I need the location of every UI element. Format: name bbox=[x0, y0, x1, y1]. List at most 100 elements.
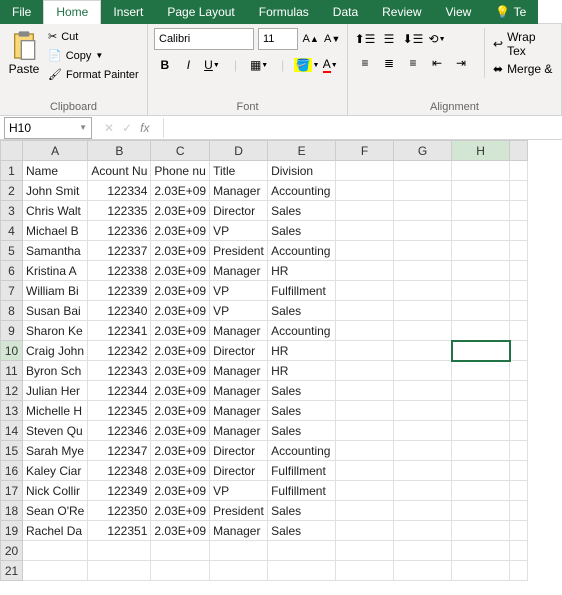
bold-button[interactable]: B bbox=[154, 54, 176, 76]
cell[interactable]: Michael B bbox=[23, 221, 88, 241]
cell[interactable] bbox=[210, 561, 268, 581]
cell[interactable] bbox=[452, 381, 510, 401]
row-header-18[interactable]: 18 bbox=[1, 501, 23, 521]
row-header-4[interactable]: 4 bbox=[1, 221, 23, 241]
row-header-6[interactable]: 6 bbox=[1, 261, 23, 281]
align-center-button[interactable]: ≣ bbox=[378, 52, 400, 74]
cell[interactable]: Phone nu bbox=[151, 161, 210, 181]
cell[interactable] bbox=[452, 361, 510, 381]
tab-file[interactable]: File bbox=[0, 0, 43, 24]
cell[interactable]: 2.03E+09 bbox=[151, 301, 210, 321]
cell[interactable]: Susan Bai bbox=[23, 301, 88, 321]
enter-icon[interactable]: ✓ bbox=[122, 121, 132, 135]
cell[interactable]: 122334 bbox=[88, 181, 151, 201]
font-size-select[interactable] bbox=[258, 28, 298, 50]
cell[interactable]: Samantha bbox=[23, 241, 88, 261]
cell[interactable] bbox=[336, 521, 394, 541]
cell[interactable] bbox=[336, 421, 394, 441]
paste-button[interactable]: Paste bbox=[6, 28, 42, 83]
tab-view[interactable]: View bbox=[434, 0, 484, 24]
cell[interactable] bbox=[336, 241, 394, 261]
col-header-B[interactable]: B bbox=[88, 141, 151, 161]
cell[interactable]: Rachel Da bbox=[23, 521, 88, 541]
cell[interactable] bbox=[394, 561, 452, 581]
cell[interactable]: 2.03E+09 bbox=[151, 441, 210, 461]
tab-page-layout[interactable]: Page Layout bbox=[155, 0, 246, 24]
cell[interactable] bbox=[88, 561, 151, 581]
cell[interactable] bbox=[452, 521, 510, 541]
cell[interactable]: Manager bbox=[210, 381, 268, 401]
col-header-D[interactable]: D bbox=[210, 141, 268, 161]
cell[interactable] bbox=[452, 421, 510, 441]
cell[interactable]: Title bbox=[210, 161, 268, 181]
cell[interactable] bbox=[394, 481, 452, 501]
cell[interactable]: Director bbox=[210, 461, 268, 481]
cell[interactable] bbox=[336, 261, 394, 281]
cell[interactable] bbox=[336, 321, 394, 341]
decrease-font-button[interactable]: A▼ bbox=[324, 29, 342, 49]
tab-data[interactable]: Data bbox=[321, 0, 370, 24]
cell[interactable]: President bbox=[210, 241, 268, 261]
cell[interactable]: 2.03E+09 bbox=[151, 461, 210, 481]
cell[interactable] bbox=[336, 481, 394, 501]
font-name-select[interactable] bbox=[154, 28, 254, 50]
cell[interactable]: John Smit bbox=[23, 181, 88, 201]
select-all-corner[interactable] bbox=[1, 141, 23, 161]
cell[interactable]: Director bbox=[210, 341, 268, 361]
cell[interactable] bbox=[394, 261, 452, 281]
align-bottom-button[interactable]: ⬇☰ bbox=[402, 28, 424, 50]
cell[interactable]: Nick Collir bbox=[23, 481, 88, 501]
row-header-9[interactable]: 9 bbox=[1, 321, 23, 341]
cell[interactable]: Accounting bbox=[268, 241, 336, 261]
cell[interactable]: Manager bbox=[210, 421, 268, 441]
row-header-3[interactable]: 3 bbox=[1, 201, 23, 221]
cell[interactable] bbox=[394, 181, 452, 201]
cell[interactable]: 2.03E+09 bbox=[151, 201, 210, 221]
cell[interactable]: VP bbox=[210, 301, 268, 321]
cell[interactable] bbox=[394, 201, 452, 221]
cell[interactable] bbox=[394, 241, 452, 261]
cell[interactable] bbox=[151, 561, 210, 581]
cell[interactable] bbox=[394, 221, 452, 241]
cell[interactable] bbox=[452, 261, 510, 281]
orientation-button[interactable]: ⟲▼ bbox=[426, 28, 448, 50]
col-header-G[interactable]: G bbox=[394, 141, 452, 161]
cell[interactable] bbox=[394, 421, 452, 441]
cell[interactable]: 2.03E+09 bbox=[151, 421, 210, 441]
cell[interactable]: Kristina A bbox=[23, 261, 88, 281]
cell[interactable] bbox=[452, 341, 510, 361]
row-header-8[interactable]: 8 bbox=[1, 301, 23, 321]
cell[interactable] bbox=[452, 481, 510, 501]
cell[interactable]: Accounting bbox=[268, 321, 336, 341]
cell[interactable] bbox=[336, 541, 394, 561]
tab-formulas[interactable]: Formulas bbox=[247, 0, 321, 24]
col-header-F[interactable]: F bbox=[336, 141, 394, 161]
tab-tell-me[interactable]: 💡 Te bbox=[483, 0, 538, 24]
cell[interactable]: 122346 bbox=[88, 421, 151, 441]
cell[interactable] bbox=[394, 321, 452, 341]
cell[interactable]: Director bbox=[210, 441, 268, 461]
cell[interactable] bbox=[452, 501, 510, 521]
cell[interactable]: VP bbox=[210, 281, 268, 301]
row-header-17[interactable]: 17 bbox=[1, 481, 23, 501]
cell[interactable] bbox=[336, 381, 394, 401]
cell[interactable]: 2.03E+09 bbox=[151, 481, 210, 501]
increase-indent-button[interactable]: ⇥ bbox=[450, 52, 472, 74]
cell[interactable] bbox=[210, 541, 268, 561]
cell[interactable]: Sales bbox=[268, 521, 336, 541]
copy-button[interactable]: 📄Copy▼ bbox=[46, 47, 141, 64]
cell[interactable]: 2.03E+09 bbox=[151, 381, 210, 401]
tab-review[interactable]: Review bbox=[370, 0, 433, 24]
tab-insert[interactable]: Insert bbox=[101, 0, 155, 24]
merge-center-button[interactable]: ⬌Merge & bbox=[491, 60, 555, 78]
cell[interactable] bbox=[394, 441, 452, 461]
row-header-10[interactable]: 10 bbox=[1, 341, 23, 361]
align-middle-button[interactable]: ☰ bbox=[378, 28, 400, 50]
col-header-A[interactable]: A bbox=[23, 141, 88, 161]
cell[interactable]: Sales bbox=[268, 381, 336, 401]
cancel-icon[interactable]: ✕ bbox=[104, 121, 114, 135]
wrap-text-button[interactable]: ↩Wrap Tex bbox=[491, 28, 555, 60]
cell[interactable] bbox=[452, 301, 510, 321]
cell[interactable] bbox=[452, 241, 510, 261]
cell[interactable] bbox=[452, 561, 510, 581]
